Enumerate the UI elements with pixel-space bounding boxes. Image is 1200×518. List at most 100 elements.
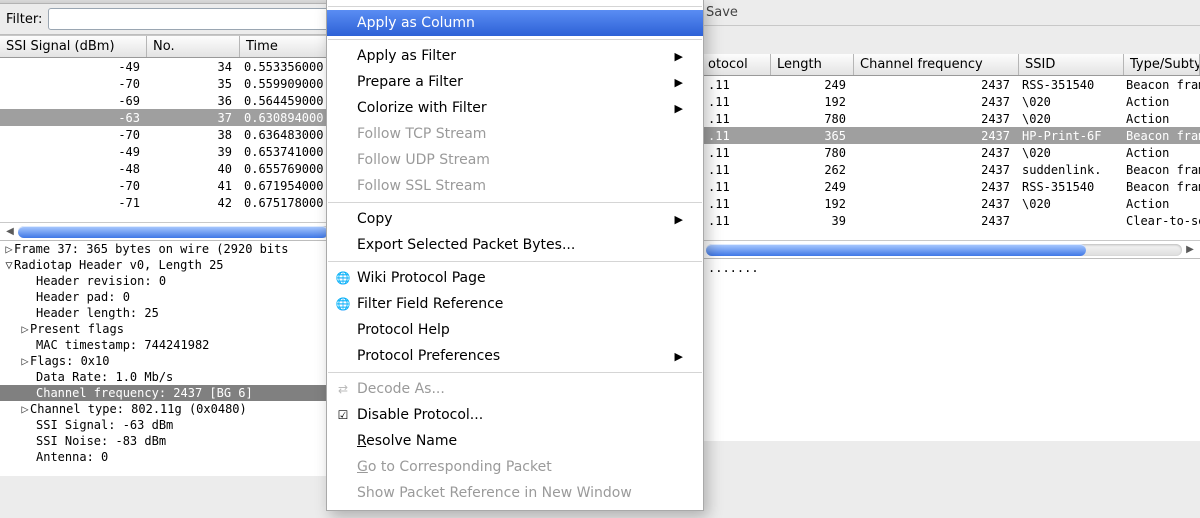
detail-line[interactable]: SSI Signal: -63 dBm xyxy=(36,418,173,432)
menu-disable-protocol[interactable]: ☑Disable Protocol... xyxy=(327,402,703,428)
cell-channel-frequency: 2437 xyxy=(852,112,1016,126)
menu-apply-as-filter[interactable]: Apply as Filter▶ xyxy=(327,43,703,69)
cell-ssid: HP-Print-6F xyxy=(1016,129,1120,143)
cell-type-subtype: Action xyxy=(1120,197,1200,211)
table-row[interactable]: .112492437RSS-351540Beacon frame xyxy=(702,178,1200,195)
detail-line[interactable]: Header length: 25 xyxy=(36,306,159,320)
cell-type-subtype: Clear-to-send xyxy=(1120,214,1200,228)
cell-protocol: .11 xyxy=(702,180,770,194)
packet-bytes-right[interactable]: ....... xyxy=(702,258,1200,441)
cell-type-subtype: Beacon frame xyxy=(1120,129,1200,143)
context-menu: Apply as Column Apply as Filter▶ Prepare… xyxy=(326,0,704,511)
detail-line[interactable]: Flags: 0x10 xyxy=(30,354,109,368)
cell-protocol: .11 xyxy=(702,95,770,109)
packet-list-headers-right: otocol Length Channel frequency SSID Typ… xyxy=(702,54,1200,76)
table-row[interactable]: .117802437\020Action xyxy=(702,110,1200,127)
cell-length: 192 xyxy=(770,197,852,211)
table-row[interactable]: .112622437suddenlink.Beacon frame xyxy=(702,161,1200,178)
menu-apply-as-column[interactable]: Apply as Column xyxy=(327,10,703,36)
menu-wiki-protocol-page[interactable]: 🌐Wiki Protocol Page xyxy=(327,265,703,291)
detail-line[interactable]: MAC timestamp: 744241982 xyxy=(36,338,209,352)
globe-icon: 🌐 xyxy=(335,296,351,312)
col-ssid[interactable]: SSID xyxy=(1019,54,1124,75)
cell-no: 39 xyxy=(146,145,238,159)
table-row[interactable]: .111922437\020Action xyxy=(702,93,1200,110)
cell-channel-frequency: 2437 xyxy=(852,197,1016,211)
expand-icon[interactable]: ▷ xyxy=(20,402,30,416)
cell-channel-frequency: 2437 xyxy=(852,163,1016,177)
expand-icon[interactable]: ▷ xyxy=(20,354,30,368)
menu-copy[interactable]: Copy▶ xyxy=(327,206,703,232)
cell-ssi: -49 xyxy=(0,60,146,74)
col-length[interactable]: Length xyxy=(771,54,854,75)
submenu-arrow-icon: ▶ xyxy=(675,350,683,363)
toolbar-save-fragment[interactable]: Save xyxy=(702,0,1200,26)
menu-protocol-help[interactable]: Protocol Help xyxy=(327,317,703,343)
cell-protocol: .11 xyxy=(702,146,770,160)
packet-list-right[interactable]: .112492437RSS-351540Beacon frame.1119224… xyxy=(702,76,1200,240)
cell-channel-frequency: 2437 xyxy=(852,129,1016,143)
expand-icon[interactable]: ▷ xyxy=(4,242,14,256)
detail-line[interactable]: Present flags xyxy=(30,322,124,336)
cell-ssi: -48 xyxy=(0,162,146,176)
menu-prepare-a-filter[interactable]: Prepare a Filter▶ xyxy=(327,69,703,95)
collapse-icon[interactable]: ▽ xyxy=(4,258,14,272)
menu-protocol-preferences[interactable]: Protocol Preferences▶ xyxy=(327,343,703,369)
submenu-arrow-icon: ▶ xyxy=(675,50,683,63)
cell-length: 365 xyxy=(770,129,852,143)
cell-ssid: suddenlink. xyxy=(1016,163,1120,177)
col-ssi-signal[interactable]: SSI Signal (dBm) xyxy=(0,36,147,57)
cell-length: 39 xyxy=(770,214,852,228)
table-row[interactable]: .11392437Clear-to-send xyxy=(702,212,1200,229)
detail-line[interactable]: SSI Noise: -83 dBm xyxy=(36,434,166,448)
detail-line[interactable]: Header pad: 0 xyxy=(36,290,130,304)
bytes-line: ....... xyxy=(702,261,1200,277)
scroll-left-icon[interactable]: ◀ xyxy=(4,226,16,238)
detail-line[interactable]: Antenna: 0 xyxy=(36,450,108,464)
cell-no: 36 xyxy=(146,94,238,108)
scroll-thumb[interactable] xyxy=(18,226,328,238)
table-row[interactable]: .113652437HP-Print-6FBeacon frame xyxy=(702,127,1200,144)
table-row[interactable]: .111922437\020Action xyxy=(702,195,1200,212)
detail-line[interactable]: Header revision: 0 xyxy=(36,274,166,288)
scroll-right-icon[interactable]: ▶ xyxy=(1184,244,1196,256)
expand-icon[interactable]: ▷ xyxy=(20,322,30,336)
table-row[interactable]: .112492437RSS-351540Beacon frame xyxy=(702,76,1200,93)
cell-ssid: RSS-351540 xyxy=(1016,180,1120,194)
col-protocol[interactable]: otocol xyxy=(702,54,771,75)
cell-no: 34 xyxy=(146,60,238,74)
detail-line-selected[interactable]: Channel frequency: 2437 [BG 6] xyxy=(36,386,253,400)
cell-length: 192 xyxy=(770,95,852,109)
scroll-track[interactable] xyxy=(706,244,1182,256)
menu-filter-field-reference[interactable]: 🌐Filter Field Reference xyxy=(327,291,703,317)
col-no[interactable]: No. xyxy=(147,36,240,57)
detail-line[interactable]: Radiotap Header v0, Length 25 xyxy=(14,258,224,272)
cell-type-subtype: Beacon frame xyxy=(1120,180,1200,194)
cell-length: 780 xyxy=(770,146,852,160)
menu-show-packet-reference: Show Packet Reference in New Window xyxy=(327,480,703,506)
cell-length: 780 xyxy=(770,112,852,126)
cell-type-subtype: Beacon frame xyxy=(1120,163,1200,177)
menu-colorize-with-filter[interactable]: Colorize with Filter▶ xyxy=(327,95,703,121)
scroll-thumb[interactable] xyxy=(706,244,1086,256)
right-region: Save otocol Length Channel frequency SSI… xyxy=(702,0,1200,518)
menu-go-to-corresponding-packet: Go to Corresponding Packet xyxy=(327,454,703,480)
detail-line[interactable]: Frame 37: 365 bytes on wire (2920 bits xyxy=(14,242,289,256)
table-row[interactable]: .117802437\020Action xyxy=(702,144,1200,161)
detail-line[interactable]: Channel type: 802.11g (0x0480) xyxy=(30,402,247,416)
menu-export-selected-packet-bytes[interactable]: Export Selected Packet Bytes... xyxy=(327,232,703,258)
col-channel-frequency[interactable]: Channel frequency xyxy=(854,54,1019,75)
cell-no: 41 xyxy=(146,179,238,193)
cell-no: 35 xyxy=(146,77,238,91)
checkbox-icon: ☑ xyxy=(335,407,351,423)
menu-resolve-name[interactable]: Resolve Name xyxy=(327,428,703,454)
packet-list-right-hscroll[interactable]: ▶ xyxy=(702,240,1200,258)
cell-ssi: -70 xyxy=(0,128,146,142)
detail-line[interactable]: Data Rate: 1.0 Mb/s xyxy=(36,370,173,384)
col-type-subtype[interactable]: Type/Subtype xyxy=(1124,54,1200,75)
cell-ssi: -70 xyxy=(0,77,146,91)
submenu-arrow-icon: ▶ xyxy=(675,102,683,115)
cell-no: 38 xyxy=(146,128,238,142)
cell-type-subtype: Action xyxy=(1120,146,1200,160)
cell-channel-frequency: 2437 xyxy=(852,95,1016,109)
